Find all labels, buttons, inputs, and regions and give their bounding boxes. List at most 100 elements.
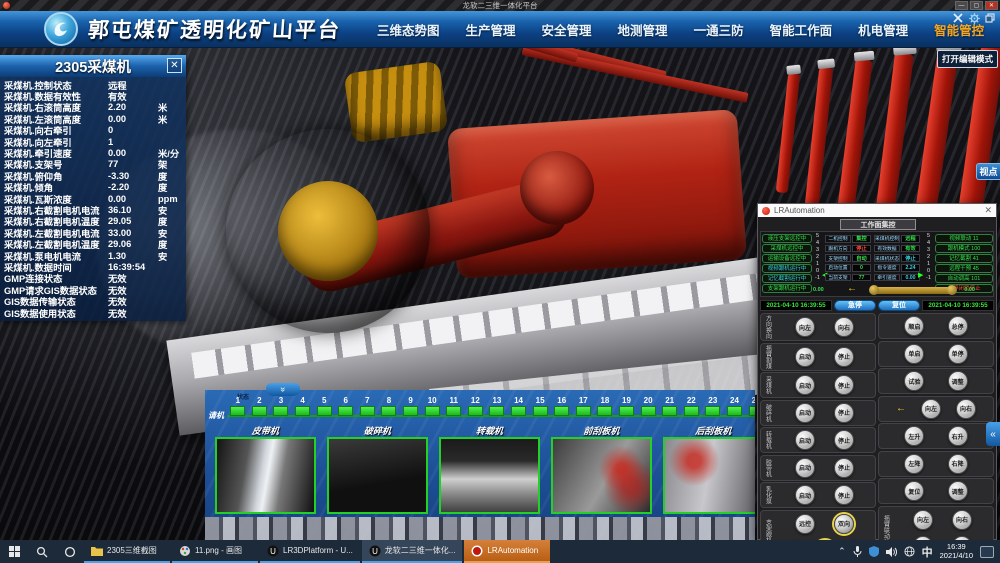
viewpoint-tab[interactable]: 视点 — [976, 163, 1000, 180]
tray-date: 2021/4/10 — [940, 552, 973, 561]
ime-indicator[interactable]: 中 — [922, 544, 933, 560]
taskbar-item-5[interactable]: LRAutomation — [464, 540, 550, 563]
collapse-panel-tab[interactable]: « — [986, 422, 1000, 446]
mini-telemetry-label: 支架控制 — [825, 254, 851, 262]
shield-icon[interactable] — [869, 546, 879, 557]
control-button[interactable]: 停止 — [834, 430, 854, 450]
cortana-icon[interactable] — [56, 540, 84, 563]
control-button[interactable]: 启动 — [795, 347, 815, 367]
mini-telemetry-row: 采煤机控制远程 — [874, 235, 921, 243]
camera-video[interactable] — [439, 437, 540, 514]
nav-item-5[interactable]: 一通三防 — [694, 20, 744, 39]
speaker-icon[interactable] — [886, 547, 897, 557]
hydraulic-support — [776, 73, 800, 194]
group-label: 方向换向 — [761, 314, 774, 340]
support-number: 12 — [471, 396, 480, 405]
control-button[interactable]: 向左 — [921, 399, 941, 419]
control-button[interactable]: 左升 — [904, 426, 924, 446]
minimize-button[interactable]: — — [955, 1, 968, 10]
control-button[interactable]: 复位 — [904, 481, 924, 501]
control-button[interactable]: 试验 — [904, 371, 924, 391]
tray-expand-icon[interactable]: ⌃ — [838, 546, 846, 557]
control-button[interactable]: 停止 — [834, 458, 854, 478]
taskbar-item-3[interactable]: ULR3DPlatform - U... — [260, 540, 360, 563]
search-icon[interactable] — [28, 540, 56, 563]
collapse-bottom-tab[interactable]: « — [266, 383, 300, 396]
open-edit-mode-button[interactable]: 打开编辑模式 — [937, 50, 998, 68]
gear-icon[interactable] — [968, 12, 980, 24]
taskbar-item-4[interactable]: U龙软二三维一体化... — [362, 540, 463, 563]
mini-telemetry-label: 当前支架 — [825, 274, 851, 282]
maximize-button[interactable]: ▢ — [970, 1, 983, 10]
microphone-icon[interactable] — [853, 546, 862, 557]
control-button[interactable]: 总停 — [948, 316, 968, 336]
clock[interactable]: 16:39 2021/4/10 — [940, 543, 973, 560]
mode-button[interactable]: 运输设备远控中 — [762, 254, 812, 263]
nav-item-4[interactable]: 地测管理 — [618, 20, 668, 39]
estop-button[interactable]: 急停 — [834, 300, 876, 311]
nav-item-3[interactable]: 安全管理 — [542, 20, 592, 39]
close-icon[interactable]: ✕ — [167, 58, 182, 73]
gauge-tick: 3 — [816, 247, 819, 254]
restore-icon[interactable] — [984, 12, 996, 24]
mode-button[interactable]: 液压支架远控中 — [762, 234, 812, 243]
control-button[interactable]: 调整 — [948, 371, 968, 391]
control-button[interactable]: 单停 — [948, 344, 968, 364]
tab-workface-control[interactable]: 工作面集控 — [840, 219, 916, 230]
nav-item-1[interactable]: 三维态势图 — [377, 20, 440, 39]
control-button[interactable]: 向右 — [956, 399, 976, 419]
camera-video[interactable] — [215, 437, 316, 514]
panel-header[interactable]: 2305采煤机 ✕ — [0, 55, 186, 77]
taskbar-item-2[interactable]: 11.png - 画图 — [172, 540, 258, 563]
control-button[interactable]: 启动 — [795, 430, 815, 450]
control-button[interactable]: 停止 — [834, 375, 854, 395]
control-button[interactable]: 启动 — [795, 485, 815, 505]
control-button[interactable]: 停止 — [834, 403, 854, 423]
control-group-left-3: 采煤机启动停止 — [760, 372, 876, 398]
control-button[interactable]: 向右 — [834, 317, 854, 337]
window-titlebar[interactable]: 龙软二三维一体化平台 — ▢ ✕ — [0, 0, 1000, 11]
function-button[interactable]: 视频联动 11 — [935, 234, 993, 243]
mode-button[interactable]: 视频跟机运行中 — [762, 264, 812, 273]
control-button[interactable]: 双向 — [834, 514, 854, 534]
mode-button[interactable]: 采煤机远控中 — [762, 244, 812, 253]
reset-button[interactable]: 复位 — [878, 300, 920, 311]
control-button[interactable]: 停止 — [834, 347, 854, 367]
camera-video[interactable] — [327, 437, 428, 514]
taskbar-item-1[interactable]: 2305三维截图 — [84, 540, 170, 563]
control-button[interactable]: 左降 — [904, 454, 924, 474]
nav-item-7[interactable]: 机电管理 — [858, 20, 908, 39]
wrench-icon[interactable] — [952, 12, 964, 24]
function-button[interactable]: 远程干预 45 — [935, 264, 993, 273]
control-button[interactable]: 启动 — [795, 458, 815, 478]
support-status-square — [749, 406, 755, 416]
control-button[interactable]: 顺启 — [904, 316, 924, 336]
control-button[interactable]: 右降 — [948, 454, 968, 474]
lr-titlebar[interactable]: LRAutomation ✕ — [758, 204, 996, 217]
nav-item-2[interactable]: 生产管理 — [466, 20, 516, 39]
camera-video[interactable] — [663, 437, 755, 514]
control-button[interactable]: 向右 — [952, 510, 972, 530]
control-button[interactable]: 停止 — [834, 485, 854, 505]
support-status-square — [597, 406, 612, 416]
close-button[interactable]: ✕ — [985, 1, 998, 10]
taskbar-item-label: 2305三维截图 — [107, 545, 157, 556]
function-button[interactable]: 记忆截割 41 — [935, 254, 993, 263]
function-button[interactable]: 跟机模式 100 — [935, 244, 993, 253]
control-button[interactable]: 向左 — [795, 317, 815, 337]
control-button[interactable]: 单启 — [904, 344, 924, 364]
control-button[interactable]: 调整 — [948, 481, 968, 501]
camera-video[interactable] — [551, 437, 652, 514]
nav-item-6[interactable]: 智能工作面 — [770, 20, 833, 39]
support-indicator: 18 — [594, 396, 616, 424]
network-globe-icon[interactable] — [904, 546, 915, 557]
close-icon[interactable]: ✕ — [984, 205, 992, 216]
control-button[interactable]: 右升 — [948, 426, 968, 446]
control-button[interactable]: 启动 — [795, 375, 815, 395]
control-button[interactable]: 启动 — [795, 403, 815, 423]
control-button[interactable]: 向左 — [913, 510, 933, 530]
notification-center-icon[interactable] — [980, 546, 994, 558]
support-status-square — [273, 406, 288, 416]
control-button[interactable]: 远控 — [795, 514, 815, 534]
start-button[interactable] — [0, 540, 28, 563]
